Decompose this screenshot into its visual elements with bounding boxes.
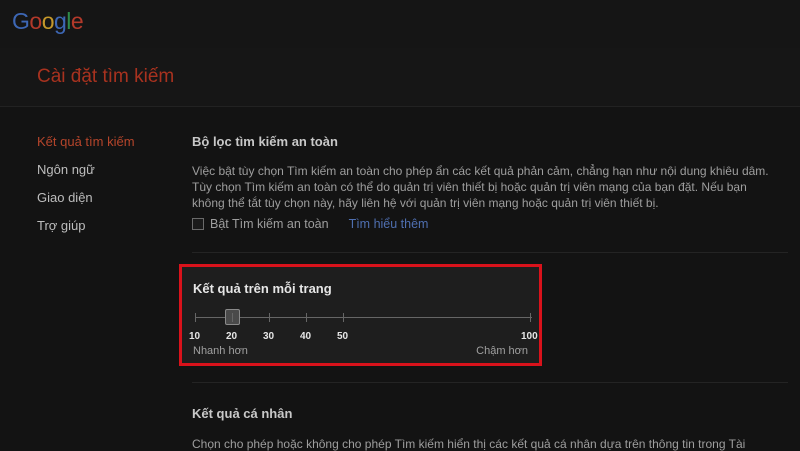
faster-label: Nhanh hơn (193, 345, 248, 357)
section-divider (192, 382, 788, 383)
safe-search-checkbox-label[interactable]: Bật Tìm kiếm an toàn (210, 217, 329, 231)
page-title: Cài đặt tìm kiếm (37, 66, 175, 87)
slider-tick-30[interactable] (269, 313, 270, 322)
safe-search-checkbox[interactable] (192, 218, 204, 230)
safe-search-description: Việc bật tùy chọn Tìm kiếm an toàn cho p… (192, 164, 769, 210)
logo-letter: o (29, 8, 42, 34)
slider-tick-100[interactable] (530, 313, 531, 322)
personal-results-description: Chọn cho phép hoặc không cho phép Tìm ki… (192, 437, 746, 451)
slider-option-10[interactable]: 10 (189, 331, 200, 342)
sidebar-item-search-results[interactable]: Kết quả tìm kiếm (37, 134, 167, 162)
sidebar-item-appearance[interactable]: Giao diện (37, 190, 167, 218)
results-per-page-title: Kết quả trên mỗi trang (193, 281, 332, 296)
slower-label: Chậm hơn (476, 345, 528, 357)
top-bar: Google (0, 0, 800, 48)
slider-option-30[interactable]: 30 (263, 331, 274, 342)
safe-search-section: Bộ lọc tìm kiếm an toàn Việc bật tùy chọ… (192, 134, 792, 231)
slider-tick-50[interactable] (343, 313, 344, 322)
results-slider-track[interactable] (195, 317, 532, 318)
section-divider (192, 252, 788, 253)
sidebar-item-help[interactable]: Trợ giúp (37, 218, 167, 246)
safe-search-row: Bật Tìm kiếm an toàn Tìm hiểu thêm (192, 217, 792, 231)
google-logo[interactable]: Google (12, 8, 84, 35)
slider-tick-20[interactable] (232, 313, 233, 322)
logo-letter: o (41, 8, 55, 34)
header-divider (0, 106, 800, 107)
logo-letter: g (53, 8, 67, 34)
slider-option-20[interactable]: 20 (226, 331, 237, 342)
slider-option-40[interactable]: 40 (300, 331, 311, 342)
logo-letter: G (12, 8, 30, 34)
personal-results-title: Kết quả cá nhân (192, 406, 293, 421)
sidebar: Kết quả tìm kiếm Ngôn ngữ Giao diện Trợ … (37, 134, 167, 246)
sidebar-item-languages[interactable]: Ngôn ngữ (37, 162, 167, 190)
logo-letter: e (70, 8, 84, 34)
results-per-page-box: Kết quả trên mỗi trang Nhanh hơn Chậm hơ… (179, 264, 542, 366)
slider-tick-40[interactable] (306, 313, 307, 322)
learn-more-link[interactable]: Tìm hiểu thêm (349, 217, 429, 231)
slider-option-100[interactable]: 100 (521, 331, 538, 342)
safe-search-title: Bộ lọc tìm kiếm an toàn (192, 134, 338, 149)
slider-tick-10[interactable] (195, 313, 196, 322)
slider-option-50[interactable]: 50 (337, 331, 348, 342)
